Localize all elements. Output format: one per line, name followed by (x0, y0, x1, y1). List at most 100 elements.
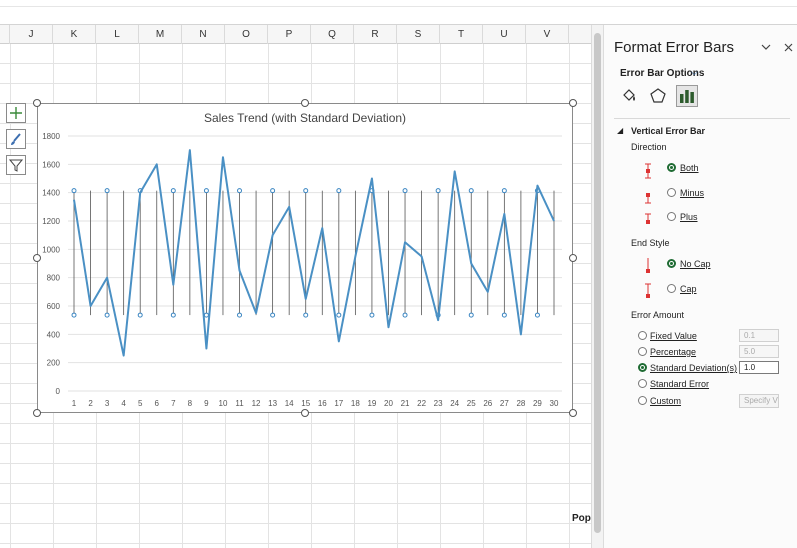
error-bar-minus-icon (645, 193, 651, 204)
x-tick-label: 27 (500, 399, 509, 408)
specify-value-button[interactable]: Specify V (739, 394, 779, 408)
end-style-cap-label[interactable]: Cap (680, 284, 697, 294)
error-bars[interactable] (71, 188, 555, 318)
x-axis-labels: 1 2 3 4 5 6 7 8 9 10 11 12 13 14 15 16 17 18 19 20 21 22 23 24 2… (72, 399, 559, 408)
y-tick-label: 1600 (42, 160, 60, 169)
error-bar-selection-handle[interactable] (336, 188, 342, 194)
y-axis-labels: 0 200 400 600 800 1000 1200 1400 1600 1800 (42, 132, 60, 396)
bar-chart-icon (680, 90, 694, 103)
error-bar-selection-handle[interactable] (71, 188, 77, 194)
pane-close-button[interactable] (781, 40, 795, 54)
end-style-no-cap-radio[interactable] (667, 259, 676, 268)
percentage-label[interactable]: Percentage (650, 347, 696, 357)
percentage-input[interactable]: 5.0 (739, 345, 779, 358)
error-bar-selection-handle[interactable] (336, 312, 342, 318)
x-tick-label: 9 (204, 399, 209, 408)
error-bar-selection-handle[interactable] (270, 312, 276, 318)
direction-both-radio[interactable] (667, 163, 676, 172)
x-tick-label: 26 (483, 399, 492, 408)
series-line[interactable] (73, 149, 555, 357)
error-bar-selection-handle[interactable] (501, 188, 507, 194)
chevron-down-icon[interactable]: ◢ (617, 126, 623, 135)
standard-deviation-radio[interactable] (638, 363, 647, 372)
scrollbar-thumb[interactable] (594, 33, 601, 533)
y-tick-label: 1200 (42, 217, 60, 226)
pentagon-icon (650, 88, 666, 103)
effects-tab[interactable] (647, 85, 669, 107)
error-bar-selection-handle[interactable] (402, 312, 408, 318)
y-tick-label: 0 (56, 387, 61, 396)
error-bar-selection-handle[interactable] (170, 312, 176, 318)
error-bar-selection-handle[interactable] (468, 312, 474, 318)
pane-collapse-button[interactable] (759, 40, 773, 54)
error-bar-selection-handle[interactable] (203, 312, 209, 318)
end-style-cap-radio[interactable] (667, 284, 676, 293)
error-bar-selection-handle[interactable] (237, 312, 243, 318)
custom-radio[interactable] (638, 396, 647, 405)
error-bar-selection-handle[interactable] (137, 312, 143, 318)
error-bar-selection-handle[interactable] (369, 312, 375, 318)
end-style-label: End Style (631, 238, 670, 248)
error-bar-selection-handle[interactable] (237, 188, 243, 194)
x-tick-label: 4 (121, 399, 126, 408)
direction-both-label[interactable]: Both (680, 163, 699, 173)
format-error-bars-pane: Format Error Bars Error Bar Options ⌵ (603, 25, 797, 548)
direction-plus-label[interactable]: Plus (680, 212, 698, 222)
x-tick-label: 16 (318, 399, 327, 408)
cap-icon (645, 283, 651, 298)
fixed-value-label[interactable]: Fixed Value (650, 331, 697, 341)
standard-deviation-label[interactable]: Standard Deviation(s) (650, 363, 737, 373)
x-tick-label: 11 (235, 399, 244, 408)
vertical-scrollbar[interactable] (591, 25, 603, 548)
paint-bucket-icon (623, 89, 635, 101)
fill-line-tab[interactable] (618, 85, 640, 107)
x-tick-label: 10 (219, 399, 228, 408)
fixed-value-radio[interactable] (638, 331, 647, 340)
x-tick-label: 8 (188, 399, 193, 408)
error-bar-selection-handle[interactable] (104, 312, 110, 318)
pane-title: Format Error Bars (614, 39, 735, 56)
x-tick-label: 13 (268, 399, 277, 408)
error-bar-selection-handle[interactable] (501, 312, 507, 318)
x-tick-label: 3 (105, 399, 110, 408)
line-chart[interactable]: Sales Trend (with Standard Deviation) 0 2… (0, 0, 591, 548)
direction-label: Direction (631, 142, 667, 152)
custom-label[interactable]: Custom (650, 396, 681, 406)
end-style-no-cap-label[interactable]: No Cap (680, 259, 711, 269)
error-bar-selection-handle[interactable] (270, 188, 276, 194)
direction-plus-radio[interactable] (667, 212, 676, 221)
percentage-radio[interactable] (638, 347, 647, 356)
x-tick-label: 22 (417, 399, 426, 408)
standard-deviation-input[interactable]: 1.0 (739, 361, 779, 374)
x-tick-label: 30 (550, 399, 559, 408)
x-tick-label: 1 (72, 399, 77, 408)
error-bar-both-icon (645, 163, 651, 179)
separator (614, 118, 790, 119)
error-bar-selection-handle[interactable] (435, 188, 441, 194)
standard-error-label[interactable]: Standard Error (650, 379, 709, 389)
series-line-group[interactable] (73, 149, 555, 357)
error-bar-selection-handle[interactable] (303, 188, 309, 194)
fixed-value-input[interactable]: 0.1 (739, 329, 779, 342)
x-tick-label: 17 (334, 399, 343, 408)
chart-title[interactable]: Sales Trend (with Standard Deviation) (204, 111, 406, 125)
error-bar-selection-handle[interactable] (468, 188, 474, 194)
no-cap-icon (646, 258, 650, 273)
error-bar-selection-handle[interactable] (203, 188, 209, 194)
x-tick-label: 5 (138, 399, 143, 408)
error-bar-selection-handle[interactable] (402, 188, 408, 194)
error-bar-selection-handle[interactable] (534, 312, 540, 318)
y-tick-label: 400 (47, 330, 61, 339)
x-tick-label: 14 (285, 399, 294, 408)
error-bar-selection-handle[interactable] (71, 312, 77, 318)
error-bar-options-tab[interactable] (676, 85, 698, 107)
y-tick-label: 200 (47, 359, 61, 368)
direction-minus-radio[interactable] (667, 188, 676, 197)
error-bar-selection-handle[interactable] (303, 312, 309, 318)
error-bar-selection-handle[interactable] (104, 188, 110, 194)
standard-error-radio[interactable] (638, 379, 647, 388)
vertical-error-bar-section[interactable]: Vertical Error Bar (631, 126, 705, 136)
direction-minus-label[interactable]: Minus (680, 188, 704, 198)
error-bar-selection-handle[interactable] (170, 188, 176, 194)
x-tick-label: 18 (351, 399, 360, 408)
